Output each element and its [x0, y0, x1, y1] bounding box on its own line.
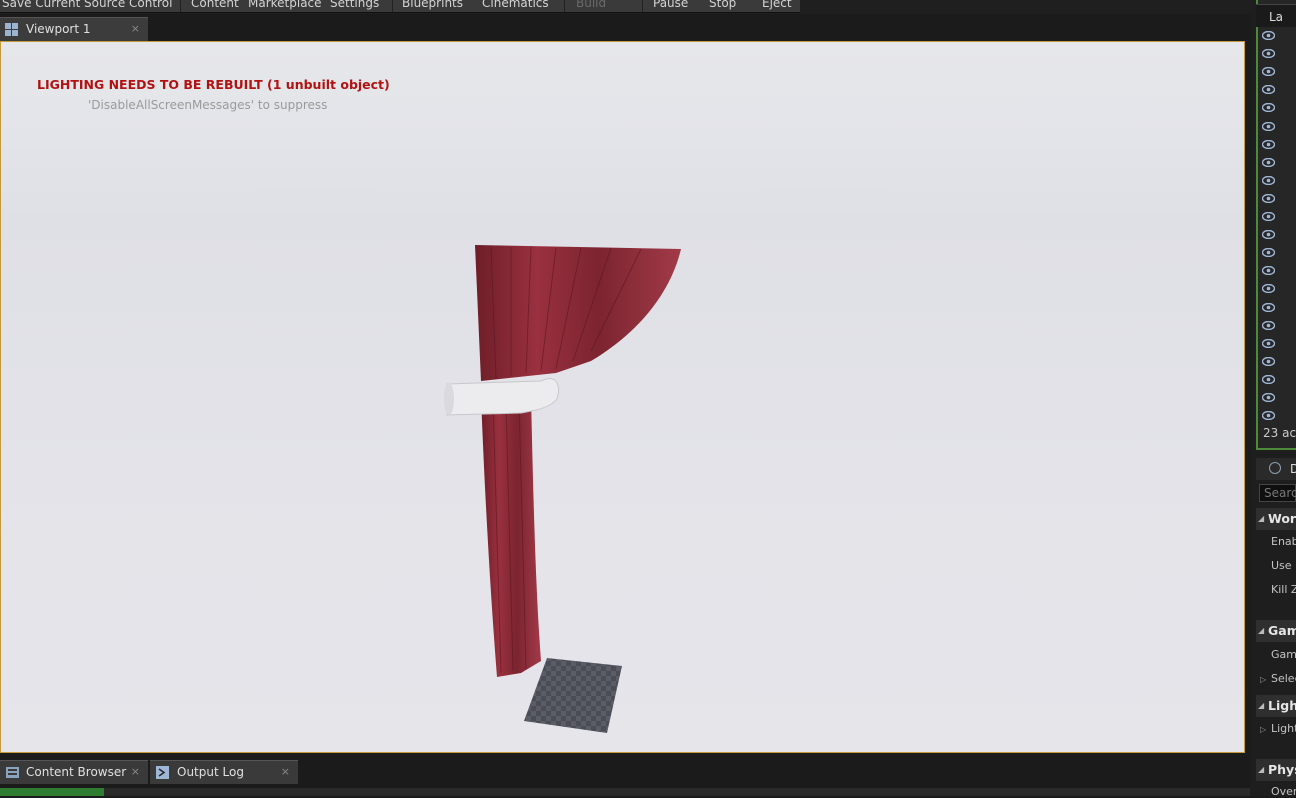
- collapse-triangle-icon: ◢: [1258, 701, 1265, 710]
- property-label: Selec: [1271, 672, 1296, 685]
- output-log-icon: [156, 766, 169, 779]
- pause-button[interactable]: Pause: [653, 0, 688, 10]
- property-label: Kill Z: [1271, 583, 1296, 596]
- section-game[interactable]: ◢ Gam: [1256, 620, 1296, 642]
- content-button[interactable]: Content: [191, 0, 239, 10]
- actor-count: 23 ac: [1263, 426, 1296, 440]
- viewport-tab-label: Viewport 1: [26, 22, 91, 36]
- section-label: Gam: [1268, 623, 1296, 638]
- outliner-header-label: La: [1269, 10, 1284, 24]
- section-physics[interactable]: ◢ Phys: [1256, 759, 1296, 781]
- collapse-triangle-icon: ◢: [1258, 765, 1265, 774]
- curtain-lower: [481, 396, 541, 677]
- marketplace-button[interactable]: Marketplace: [248, 0, 322, 10]
- collapse-triangle-icon: ◢: [1258, 514, 1265, 523]
- expand-triangle-icon[interactable]: ▷: [1260, 725, 1266, 734]
- viewport-tab-row: [0, 14, 1250, 41]
- visibility-eye-icon[interactable]: [1262, 49, 1275, 59]
- visibility-eye-icon[interactable]: [1262, 266, 1275, 276]
- search-placeholder: Searc: [1264, 486, 1296, 500]
- save-current-button[interactable]: Save Current: [2, 0, 80, 10]
- visibility-eye-icon[interactable]: [1262, 67, 1275, 77]
- outliner-header[interactable]: La: [1256, 4, 1296, 27]
- property-label: Light: [1271, 722, 1296, 735]
- eject-button[interactable]: Eject: [762, 0, 792, 10]
- visibility-eye-icon[interactable]: [1262, 157, 1275, 167]
- section-world[interactable]: ◢ World: [1256, 508, 1296, 530]
- source-control-button[interactable]: Source Control: [84, 0, 172, 10]
- tab-viewport-1[interactable]: Viewport 1 ×: [0, 17, 148, 41]
- content-browser-icon: [6, 767, 19, 778]
- main-toolbar: Save Current Source Control Content Mark…: [0, 0, 1250, 14]
- visibility-eye-icon[interactable]: [1262, 31, 1275, 40]
- visibility-eye-icon[interactable]: [1262, 284, 1275, 294]
- expand-triangle-icon[interactable]: ▷: [1260, 675, 1266, 684]
- viewport-grid-icon: [5, 23, 18, 36]
- close-icon[interactable]: ×: [131, 765, 140, 778]
- visibility-eye-icon[interactable]: [1262, 248, 1275, 258]
- visibility-eye-icon[interactable]: [1262, 193, 1275, 203]
- content-browser-label: Content Browser: [26, 765, 127, 779]
- visibility-eye-icon[interactable]: [1262, 320, 1275, 330]
- suppress-hint: 'DisableAllScreenMessages' to suppress: [88, 98, 328, 112]
- visibility-eye-icon[interactable]: [1262, 374, 1275, 384]
- tab-content-browser[interactable]: Content Browser ×: [0, 760, 148, 784]
- section-lightmass[interactable]: ◢ Light: [1256, 695, 1296, 717]
- toolbar-divider: [564, 0, 565, 12]
- bottom-panel: Content Browser × Output Log ×: [0, 755, 1250, 796]
- property-label: Enab: [1271, 535, 1296, 548]
- build-button[interactable]: Build: [576, 0, 606, 10]
- property-label: Over: [1271, 785, 1296, 798]
- tab-output-log[interactable]: Output Log ×: [150, 760, 298, 784]
- visibility-eye-icon[interactable]: [1262, 411, 1275, 421]
- toolbar-divider: [642, 0, 643, 12]
- curtain-tieback: [446, 378, 559, 416]
- checker-floor-plane: [524, 658, 622, 733]
- property-label: Use (: [1271, 559, 1296, 572]
- section-label: Light: [1268, 698, 1296, 713]
- visibility-eye-icon[interactable]: [1262, 338, 1275, 348]
- visibility-eye-icon[interactable]: [1262, 103, 1275, 113]
- collapse-triangle-icon: ◢: [1258, 626, 1265, 635]
- property-label: Game: [1271, 648, 1296, 661]
- settings-button[interactable]: Settings: [330, 0, 379, 10]
- scene-render: [444, 245, 681, 733]
- section-label: World: [1268, 511, 1296, 526]
- details-header-label: De: [1290, 462, 1296, 476]
- toolbar-divider: [180, 0, 181, 12]
- visibility-eye-icon[interactable]: [1262, 356, 1275, 366]
- curtain-upper: [475, 245, 681, 381]
- details-header[interactable]: De: [1256, 458, 1296, 480]
- visibility-eye-icon[interactable]: [1262, 85, 1275, 95]
- info-icon: [1269, 462, 1281, 474]
- visibility-eye-icon[interactable]: [1262, 175, 1275, 185]
- visibility-eye-icon[interactable]: [1262, 230, 1275, 240]
- close-icon[interactable]: ×: [281, 765, 290, 778]
- visibility-eye-icon[interactable]: [1262, 393, 1275, 402]
- visibility-eye-icon[interactable]: [1262, 302, 1275, 312]
- visibility-eye-icon[interactable]: [1262, 212, 1275, 221]
- blueprints-button[interactable]: Blueprints: [402, 0, 463, 10]
- visibility-eye-icon[interactable]: [1262, 139, 1275, 149]
- section-label: Phys: [1268, 762, 1296, 777]
- stop-button[interactable]: Stop: [709, 0, 736, 10]
- add-new-button[interactable]: [0, 788, 104, 796]
- level-viewport[interactable]: LIGHTING NEEDS TO BE REBUILT (1 unbuilt …: [0, 41, 1245, 753]
- content-browser-toolbar: [0, 788, 1250, 796]
- output-log-label: Output Log: [177, 765, 244, 779]
- close-icon[interactable]: ×: [131, 22, 140, 35]
- details-search-input[interactable]: Searc: [1259, 484, 1296, 502]
- cinematics-button[interactable]: Cinematics: [482, 0, 549, 10]
- toolbar-divider: [392, 0, 393, 12]
- right-panel: La 23 ac De Searc ◢ World Enab Use ( Kil…: [1250, 0, 1296, 798]
- visibility-eye-icon[interactable]: [1262, 121, 1275, 131]
- lighting-rebuild-warning: LIGHTING NEEDS TO BE REBUILT (1 unbuilt …: [37, 77, 390, 92]
